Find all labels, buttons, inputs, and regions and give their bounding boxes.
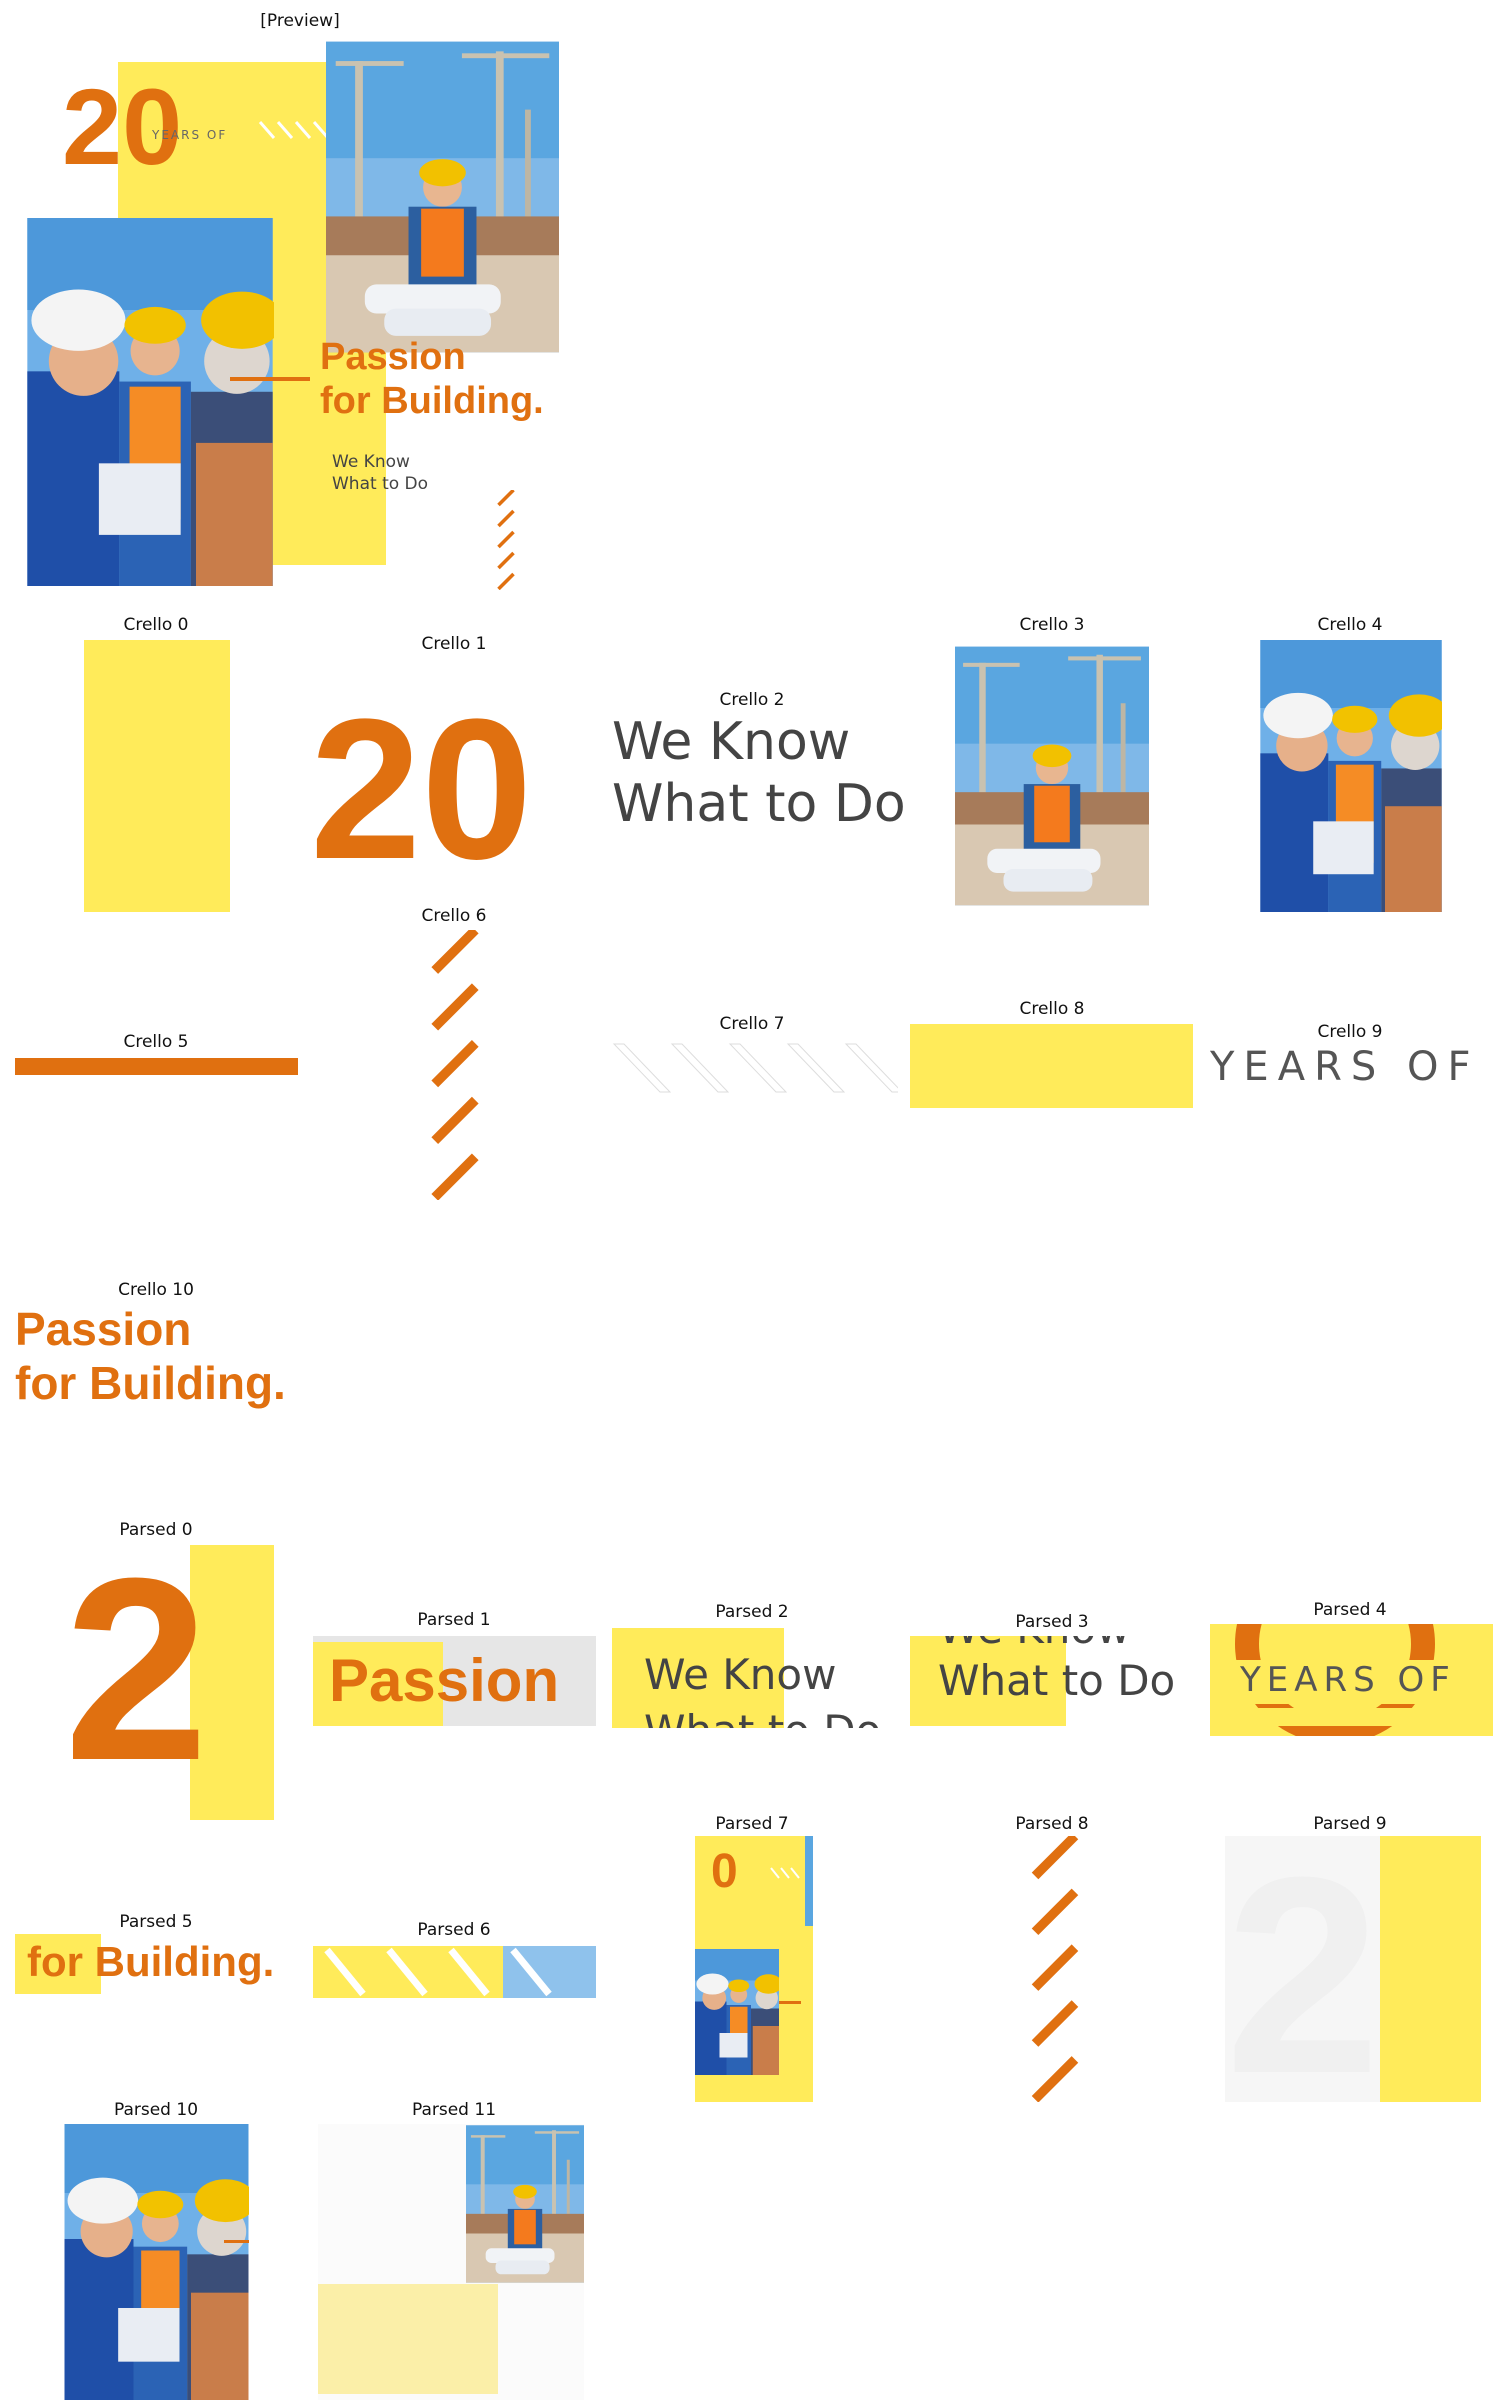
parsed-4-crop: YEARS OF <box>1210 1624 1493 1736</box>
crello-10-line2: for Building. <box>15 1357 286 1409</box>
poster-years-of: YEARS OF <box>152 128 228 142</box>
poster-title-line2: for Building. <box>320 380 544 422</box>
parsed-1-label: Parsed 1 <box>417 1610 491 1630</box>
crello-3-photo <box>955 640 1149 912</box>
crello-2-line1: We Know <box>612 712 851 772</box>
crello-2-line2: What to Do <box>612 774 906 834</box>
crello-9-label: Crello 9 <box>1317 1022 1383 1042</box>
parsed-4-label: Parsed 4 <box>1313 1600 1387 1620</box>
poster-sub-line2: What to Do <box>332 474 429 494</box>
parsed-3-crop: We Know What to Do <box>910 1636 1193 1726</box>
crello-0-yellow-rect <box>84 640 230 912</box>
parsed-9-crop: 2 <box>1225 1836 1481 2102</box>
parsed-7-crop: 0 <box>695 1836 813 2102</box>
parsed-2-crop: We Know What to Do <box>612 1628 895 1728</box>
crello-0-label: Crello 0 <box>123 615 189 635</box>
crello-4-label: Crello 4 <box>1317 615 1383 635</box>
parsed-11-label: Parsed 11 <box>411 2100 497 2120</box>
crello-8-label: Crello 8 <box>1019 999 1085 1019</box>
crello-6-label: Crello 6 <box>421 906 487 926</box>
crello-1-label: Crello 1 <box>421 634 487 654</box>
crello-7-label: Crello 7 <box>719 1014 785 1034</box>
parsed-0-crop: 2 <box>64 1545 274 1820</box>
parsed-0-label: Parsed 0 <box>119 1520 193 1540</box>
crello-4-photo <box>1260 640 1442 912</box>
crello-5-orange-bar <box>15 1058 298 1075</box>
crello-2-label: Crello 2 <box>719 690 785 710</box>
parsed-6-crop <box>313 1946 596 1998</box>
crello-3-label: Crello 3 <box>1019 615 1085 635</box>
crello-5-label: Crello 5 <box>123 1032 189 1052</box>
parsed-11-crop <box>318 2124 584 2400</box>
crello-8-yellow-rect <box>910 1024 1193 1108</box>
parsed-5-crop: for Building. <box>15 1934 298 1994</box>
crello-7-white-stripes <box>612 1043 898 1093</box>
parsed-2-label: Parsed 2 <box>715 1602 789 1622</box>
crello-6-slashes <box>428 930 482 1200</box>
parsed-1-crop: Passion <box>313 1636 596 1726</box>
parsed-10-label: Parsed 10 <box>113 2100 199 2120</box>
parsed-5-label: Parsed 5 <box>119 1912 193 1932</box>
poster-photo-worker <box>326 36 559 358</box>
parsed-8-label: Parsed 8 <box>1015 1814 1089 1834</box>
poster-orange-bar <box>230 377 310 381</box>
poster-photo-group <box>26 218 274 586</box>
parsed-7-label: Parsed 7 <box>715 1814 789 1834</box>
poster-big-number: 20 <box>62 66 183 187</box>
poster-title-line1: Passion <box>320 336 466 378</box>
poster-preview: 20 YEARS OF Passion for Building. We Kno… <box>0 0 600 600</box>
poster-sub-line1: We Know <box>332 452 410 472</box>
parsed-10-crop <box>64 2124 249 2400</box>
crello-10-line1: Passion <box>15 1303 192 1355</box>
parsed-3-label: Parsed 3 <box>1015 1612 1089 1632</box>
crello-1-number: 20 <box>310 678 533 901</box>
parsed-6-label: Parsed 6 <box>417 1920 491 1940</box>
crello-10-label: Crello 10 <box>118 1280 194 1300</box>
poster-orange-slashes <box>495 490 517 590</box>
parsed-9-label: Parsed 9 <box>1313 1814 1387 1834</box>
parsed-8-slashes <box>1028 1836 1082 2102</box>
crello-9-years-of: YEARS OF <box>1210 1044 1480 1090</box>
